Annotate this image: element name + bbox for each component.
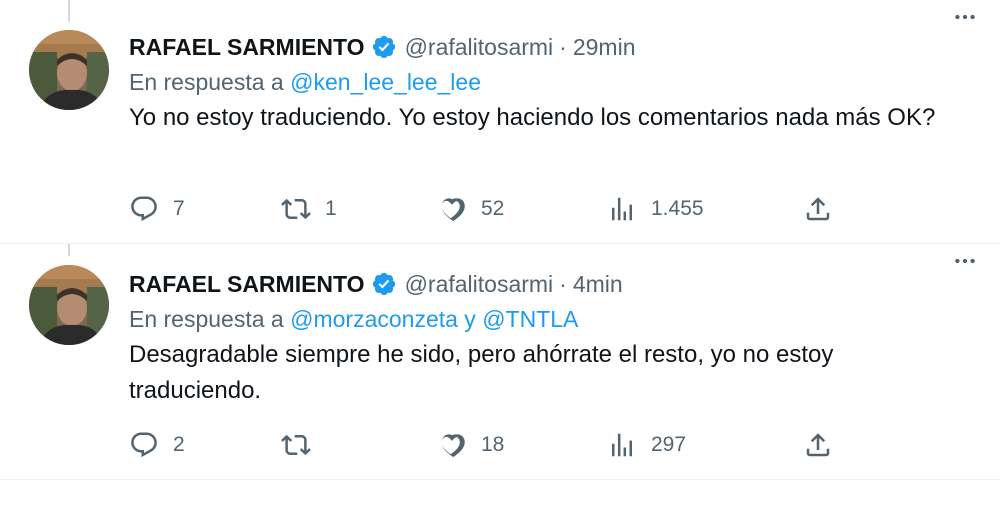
more-icon: [955, 14, 975, 20]
views-icon: [612, 197, 632, 221]
like-count: 52: [481, 197, 505, 220]
tweet-content: RAFAEL SARMIENTO @rafalitosarmi · 29min …: [129, 30, 980, 136]
retweet-button[interactable]: 1: [281, 189, 337, 229]
more-icon: [955, 258, 975, 264]
view-count: 1.455: [651, 197, 704, 220]
separator-dot: ·: [559, 33, 567, 60]
reply-prefix: En respuesta a: [129, 69, 284, 95]
reply-icon: [131, 196, 157, 222]
retweet-icon: [281, 198, 311, 220]
share-button[interactable]: [803, 425, 833, 465]
view-count: 297: [651, 433, 687, 456]
more-button[interactable]: [950, 246, 980, 276]
retweet-icon: [281, 434, 311, 456]
separator-dot: ·: [559, 270, 567, 297]
like-icon: [441, 198, 465, 222]
retweet-count: 1: [325, 197, 337, 220]
tweet[interactable]: RAFAEL SARMIENTO @rafalitosarmi · 4min E…: [0, 244, 1000, 479]
tweet-text: Yo no estoy traduciendo. Yo estoy hacien…: [129, 104, 936, 131]
tweet-text: Desagradable siempre he sido, pero ahórr…: [129, 341, 834, 404]
tweet-header: RAFAEL SARMIENTO @rafalitosarmi · 29min: [129, 30, 980, 64]
avatar[interactable]: [29, 30, 109, 110]
verified-badge-icon: [372, 272, 395, 296]
views-button[interactable]: 1.455: [607, 189, 704, 229]
tweet-header: RAFAEL SARMIENTO @rafalitosarmi · 4min: [129, 267, 980, 301]
reply-prefix: En respuesta a: [129, 306, 284, 332]
timeline-feed: RAFAEL SARMIENTO @rafalitosarmi · 29min …: [0, 0, 1000, 518]
tweet-actions: 7 1 52 1.455: [129, 189, 849, 229]
tweet[interactable]: RAFAEL SARMIENTO @rafalitosarmi · 29min …: [0, 0, 1000, 244]
thread-connector-line: [68, 0, 70, 22]
timestamp[interactable]: 4min: [573, 271, 623, 298]
share-button[interactable]: [803, 189, 833, 229]
like-button[interactable]: 52: [437, 189, 504, 229]
like-button[interactable]: 18: [437, 425, 504, 465]
reply-button[interactable]: 2: [129, 425, 185, 465]
reply-context: En respuesta a @morzaconzeta y @TNTLA: [129, 301, 980, 337]
share-icon: [806, 197, 830, 221]
timestamp[interactable]: 29min: [573, 34, 636, 61]
tweet-actions: 2 18 297: [129, 425, 849, 465]
reply-mention-link[interactable]: @morzaconzeta y @TNTLA: [290, 306, 578, 332]
author-handle[interactable]: @rafalitosarmi: [405, 271, 554, 298]
avatar[interactable]: [29, 265, 109, 345]
more-button[interactable]: [950, 2, 980, 32]
reply-button[interactable]: 7: [129, 189, 185, 229]
divider: [0, 479, 1000, 480]
reply-count: 2: [173, 433, 185, 456]
tweet-content: RAFAEL SARMIENTO @rafalitosarmi · 4min E…: [129, 267, 980, 409]
reply-icon: [131, 432, 157, 458]
reply-mention-link[interactable]: @ken_lee_lee_lee: [290, 69, 481, 95]
author-handle[interactable]: @rafalitosarmi: [405, 34, 554, 61]
retweet-button[interactable]: [281, 425, 325, 465]
thread-connector-line: [68, 244, 70, 256]
reply-count: 7: [173, 197, 185, 220]
author-name[interactable]: RAFAEL SARMIENTO: [129, 271, 365, 298]
views-button[interactable]: 297: [607, 425, 686, 465]
author-name[interactable]: RAFAEL SARMIENTO: [129, 34, 365, 61]
like-count: 18: [481, 433, 505, 456]
verified-badge-icon: [372, 35, 395, 59]
share-icon: [806, 433, 830, 457]
reply-context: En respuesta a @ken_lee_lee_lee: [129, 64, 980, 100]
views-icon: [612, 433, 632, 457]
like-icon: [441, 434, 465, 458]
